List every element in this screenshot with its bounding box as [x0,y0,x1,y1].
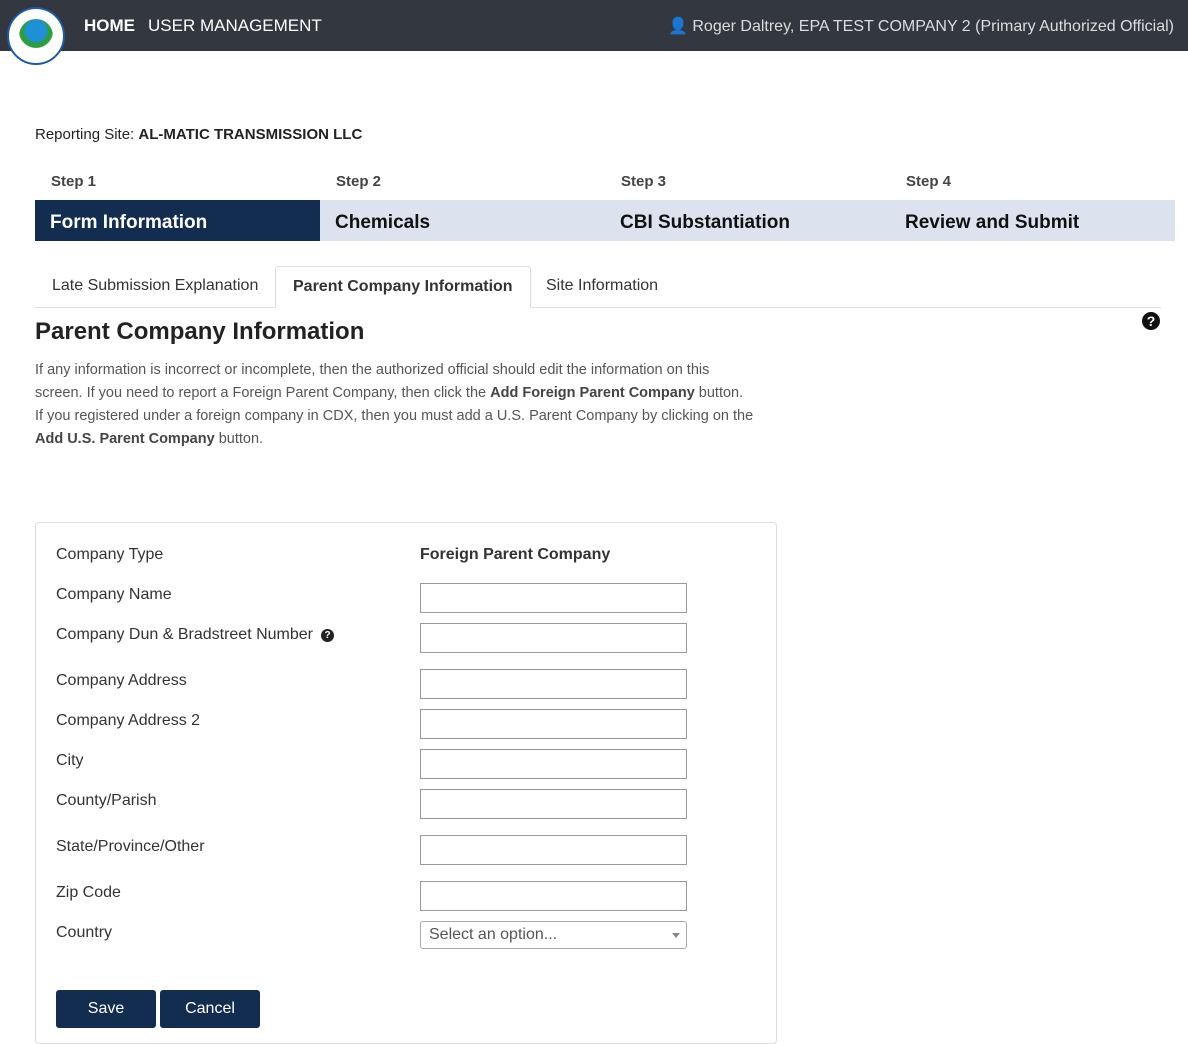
city-input[interactable] [420,749,687,779]
county-input[interactable] [420,789,687,819]
user-menu[interactable]: 👤 Roger Daltrey, EPA TEST COMPANY 2 (Pri… [668,16,1174,36]
help-icon[interactable]: ? [1142,312,1160,330]
company-name-input[interactable] [420,583,687,613]
company-type-label: Company Type [56,546,164,563]
address-label: Company Address [56,672,187,689]
step-1[interactable]: Step 1 Form Information [35,170,320,241]
save-button[interactable]: Save [56,990,156,1028]
step-4[interactable]: Step 4 Review and Submit [890,170,1175,241]
duns-input[interactable] [420,623,687,653]
chevron-down-icon [672,933,680,942]
tab-late-submission[interactable]: Late Submission Explanation [35,266,275,307]
zip-input[interactable] [420,881,687,911]
address-input[interactable] [420,669,687,699]
user-name: Roger Daltrey, EPA TEST COMPANY 2 (Prima… [692,18,1174,35]
country-placeholder: Select an option... [429,926,558,943]
step-title: Review and Submit [890,200,1175,241]
desc-text: button. [214,431,264,447]
desc-bold: Add Foreign Parent Company [490,385,695,401]
nav-user-management[interactable]: USER MANAGEMENT [148,16,322,36]
tab-site-information[interactable]: Site Information [529,266,675,307]
site-value: AL-MATIC TRANSMISSION LLC [138,126,363,143]
step-label: Step 2 [336,173,382,190]
cancel-button[interactable]: Cancel [160,990,260,1028]
parent-company-form: Company Type Foreign Parent Company Comp… [35,522,777,1044]
state-input[interactable] [420,835,687,865]
step-label: Step 1 [51,173,97,190]
reporting-site: Reporting Site: AL-MATIC TRANSMISSION LL… [35,126,362,143]
step-title: CBI Substantiation [605,200,890,241]
zip-label: Zip Code [56,884,121,901]
user-icon: 👤 [667,18,688,35]
nav-home[interactable]: HOME [84,16,135,36]
form-tabs: Late Submission Explanation Parent Compa… [35,266,1161,308]
step-title: Chemicals [320,200,605,241]
step-title: Form Information [35,200,320,241]
duns-label: Company Dun & Bradstreet Number? [56,626,334,644]
company-type-value: Foreign Parent Company [420,546,611,563]
help-icon[interactable]: ? [321,629,334,642]
step-3[interactable]: Step 3 CBI Substantiation [605,170,890,241]
page-title: Parent Company Information [35,318,365,345]
step-label: Step 4 [906,173,952,190]
step-label: Step 3 [621,173,667,190]
epa-logo[interactable] [7,7,65,65]
state-label: State/Province/Other [56,838,205,855]
country-select[interactable]: Select an option... [420,921,687,949]
desc-bold: Add U.S. Parent Company [35,431,215,447]
top-navbar: HOME USER MANAGEMENT 👤 Roger Daltrey, EP… [0,0,1188,51]
site-label: Reporting Site: [35,126,135,143]
step-2[interactable]: Step 2 Chemicals [320,170,605,241]
tab-parent-company[interactable]: Parent Company Information [275,266,531,308]
county-label: County/Parish [56,792,157,809]
company-name-label: Company Name [56,586,172,603]
city-label: City [56,752,84,769]
duns-label-text: Company Dun & Bradstreet Number [56,626,313,643]
page-description: If any information is incorrect or incom… [35,359,755,451]
address2-label: Company Address 2 [56,712,201,729]
address2-input[interactable] [420,709,687,739]
country-label: Country [56,924,113,941]
